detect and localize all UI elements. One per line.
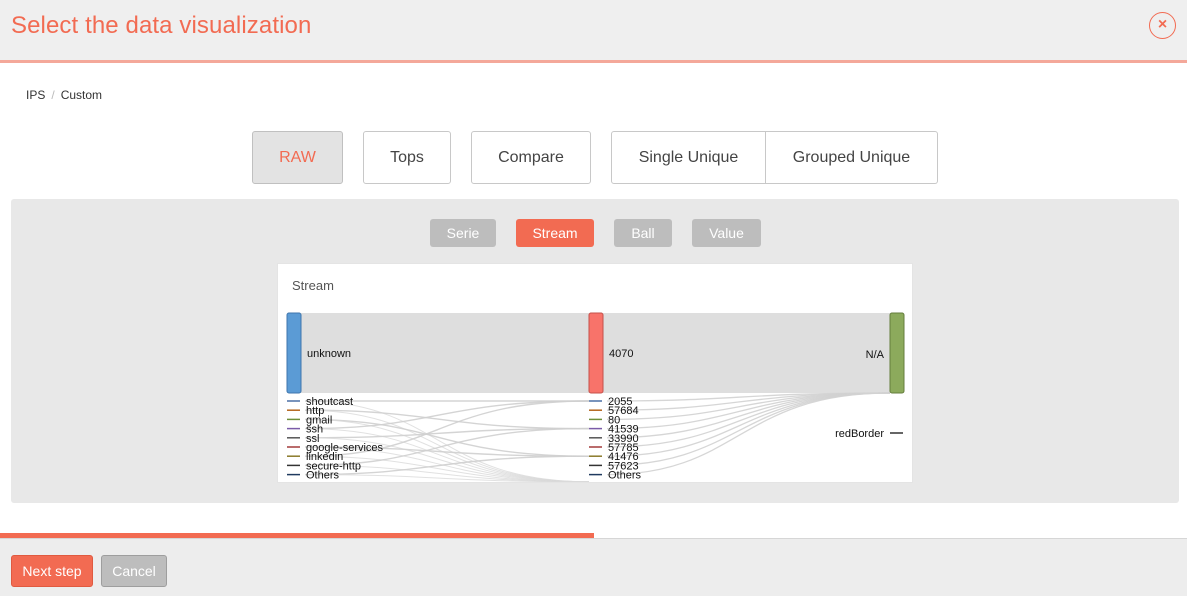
mode-tops-button[interactable]: Tops — [363, 131, 451, 184]
sankey-node-4070 — [588, 312, 604, 394]
sankey-node-na — [889, 312, 905, 394]
viz-stream-button[interactable]: Stream — [516, 219, 594, 247]
close-button[interactable]: × — [1149, 12, 1176, 39]
cancel-button[interactable]: Cancel — [101, 555, 167, 587]
breadcrumb-item-ips[interactable]: IPS — [26, 88, 45, 102]
stream-chart: Stream unknown 4070 N/A shoutcast http gmail s… — [277, 263, 913, 483]
next-step-button[interactable]: Next step — [11, 555, 93, 587]
sankey-link-flow — [606, 392, 891, 457]
mode-raw-button[interactable]: RAW — [252, 131, 343, 184]
viz-ball-button[interactable]: Ball — [614, 219, 672, 247]
sankey-label-item: redBorder — [835, 428, 884, 440]
sankey-link-flow — [606, 392, 891, 430]
modal-title: Select the data visualization — [11, 12, 312, 39]
sankey-label-main: 4070 — [609, 348, 633, 360]
viz-serie-button[interactable]: Serie — [430, 219, 496, 247]
sankey-node-unknown — [286, 312, 302, 394]
modal-footer: Next step Cancel — [0, 538, 1187, 596]
breadcrumb: IPS / Custom — [26, 88, 102, 102]
breadcrumb-separator: / — [51, 88, 55, 102]
sankey-label-main: unknown — [307, 348, 351, 360]
mode-compare-button[interactable]: Compare — [471, 131, 591, 184]
modal-header: Select the data visualization × — [0, 0, 1187, 63]
mode-grouped-unique-button[interactable]: Grouped Unique — [766, 131, 938, 184]
viz-value-button[interactable]: Value — [692, 219, 761, 247]
sankey-label-item: Others — [306, 470, 340, 482]
mode-single-unique-button[interactable]: Single Unique — [611, 131, 766, 184]
sankey-label-item: Others — [608, 470, 642, 482]
sankey-link-main-2 — [603, 313, 890, 393]
sankey-chart-svg: unknown 4070 N/Ashoutcasthttpgmailsshsslgo… — [286, 312, 905, 482]
sankey-label-main: N/A — [866, 349, 885, 361]
breadcrumb-item-custom: Custom — [60, 88, 103, 102]
